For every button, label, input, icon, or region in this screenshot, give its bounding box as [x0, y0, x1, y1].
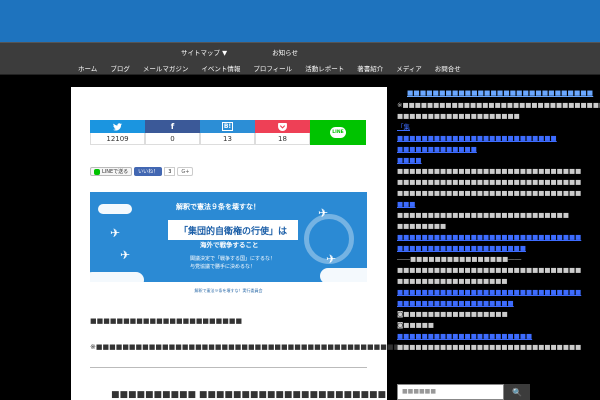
sidebar-link[interactable]: ■■■■ [397, 155, 530, 166]
sidebar: ■■■■■■■■■■■■■■■■■■■■■■■■■■■■■ ※■■■■■■■■■… [397, 88, 600, 353]
sidebar-link[interactable]: ■■■■■■■■■■■■■■■■■■■■■■■■■■■■■■ [397, 232, 581, 243]
sidebar-text: ■■■■■■■■ [397, 222, 447, 230]
sidebar-text: ◙■■■■■ [397, 321, 435, 329]
hatena-count: 13 [200, 133, 255, 145]
search-input[interactable]: ■■■■■■ [397, 384, 504, 400]
sidebar-text: ■■■■■■■■■■■■■■■■■■■■■■■■■■■■■■ [397, 178, 582, 186]
site-header [0, 0, 600, 42]
airplane-icon: ✈ [318, 206, 329, 220]
sidebar-text: ■■■■■■■■■■■■■■■■■■■■ [397, 112, 520, 120]
pocket-share-button[interactable]: 18 [255, 120, 310, 145]
nav-item[interactable]: お問合せ [435, 63, 461, 73]
gplus-button[interactable]: G+ [177, 167, 194, 176]
nav-item[interactable]: ブログ [110, 63, 130, 73]
nav-item[interactable]: プロフィール [253, 63, 292, 73]
fb-like-count: 3 [164, 167, 176, 176]
twitter-icon [113, 122, 122, 131]
sidebar-text: ※■■■■■■■■■■■■■■■■■■■■■■■■■■■■■■■■■■ [397, 101, 600, 109]
sidebar-link[interactable]: ■■■■■■■■■■■■■■■■■■■ [397, 298, 530, 309]
nav-item[interactable]: お知らせ [272, 47, 298, 57]
banner-title: 「集団的自衛権の行使」は [168, 220, 298, 240]
banner-line4: 閣議決定で「戦争する国」にするな！ 与党協議で勝手に決めるな！ [190, 256, 276, 270]
sidebar-link[interactable]: ■■■■■■■■■■■■■■■■■■■■■■ [397, 331, 532, 342]
search-icon: 🔍 [512, 387, 522, 397]
sidebar-text: ■■■■■■■■■■■■■■■■■■■■■■■■■■■■■■ [397, 343, 582, 351]
article-content: 12109 f 0 B! 13 18 LINE LINEで送る いいね！ 3 G… [71, 87, 407, 400]
search-form: ■■■■■■ 🔍 [397, 384, 530, 400]
nav-item[interactable]: 著書紹介 [357, 63, 383, 73]
nav-item[interactable]: メディア [396, 63, 422, 73]
article-headline: ■■■■■■■■■■ ■■■■■■■■■■■■■■■■■■■■■■ [111, 390, 386, 400]
nav-item[interactable]: イベント情報 [201, 63, 240, 73]
facebook-count: 0 [145, 133, 200, 145]
banner-footer: 解釈で憲法９条を壊すな！実行委員会 [90, 282, 367, 299]
banner-line1: 解釈で憲法９条を壊すな！ [176, 203, 260, 211]
twitter-count: 12109 [90, 133, 145, 145]
search-button[interactable]: 🔍 [504, 384, 530, 400]
sidebar-text: ■■■■■■■■■■■■■■■■■■■■■■■■■■■■■■ [397, 167, 582, 175]
nav-item[interactable]: メールマガジン [143, 63, 189, 73]
pocket-icon [278, 122, 287, 131]
line-send-button[interactable]: LINEで送る [90, 167, 133, 176]
sidebar-text: ■■■■■■■■■■■■■■■■■■■■■■■■■■■■ [397, 211, 569, 219]
sidebar-text: ■■■■■■■■■■■■■■■■■■ [397, 277, 508, 285]
hatena-icon: B! [221, 122, 234, 131]
facebook-share-button[interactable]: f 0 [145, 120, 200, 145]
sidebar-link[interactable]: 「集■■■■■■■■■■■■■■■■■■■■■■■■■■ [397, 122, 557, 144]
nav-item[interactable]: サイトマップ ▼ [181, 47, 227, 57]
divider [90, 367, 367, 368]
nav-item[interactable]: ホーム [78, 63, 97, 73]
line-share-button[interactable]: LINE [310, 120, 366, 145]
facebook-icon: f [170, 122, 175, 131]
line-icon: LINE [330, 127, 346, 138]
sidebar-title[interactable]: ■■■■■■■■■■■■■■■■■■■■■■■■■■■■■ [407, 88, 593, 99]
sidebar-link[interactable]: ■■■■■■■■■■■■■■■■■■■■■■■■■■■■■■ [397, 287, 581, 298]
sidebar-text: ――■■■■■■■■■■■■■■■■―― [397, 255, 522, 263]
pocket-count: 18 [255, 133, 310, 145]
airplane-icon: ✈ [110, 226, 121, 240]
mini-share-bar: LINEで送る いいね！ 3 G+ [90, 167, 194, 176]
airplane-icon: ✈ [326, 252, 337, 266]
hatena-share-button[interactable]: B! 13 [200, 120, 255, 145]
article-paragraph: ■■■■■■■■■■■■■■■■■■■■■■■ [90, 317, 243, 325]
twitter-share-button[interactable]: 12109 [90, 120, 145, 145]
article-note: ※■■■■■■■■■■■■■■■■■■■■■■■■■■■■■■■■■■■■■■■… [90, 343, 407, 351]
sidebar-link[interactable]: ■■■■■■■■■■■■■■■■■■■■■ [397, 243, 530, 254]
sidebar-link[interactable]: ■■■ [397, 199, 530, 210]
cloud-shape [98, 204, 132, 214]
nav-item[interactable]: 活動レポート [305, 63, 344, 73]
sidebar-text: ◙■■■■■■■■■■■■■■■■■ [397, 310, 508, 318]
line-small-icon [94, 168, 100, 175]
sidebar-link[interactable]: ■■■■■■■■■■■■■ [397, 144, 530, 155]
banner-line3: 海外で戦争すること [200, 241, 259, 249]
share-buttons: 12109 f 0 B! 13 18 LINE [90, 120, 366, 145]
airplane-icon: ✈ [120, 248, 131, 262]
global-nav: サイトマップ ▼ お知らせ ホーム ブログ メールマガジン イベント情報 プロフィール 活動… [0, 42, 600, 75]
campaign-banner[interactable]: ✈ ✈ ✈ ✈ 解釈で憲法９条を壊すな！ 「集団的自衛権の行使」は 海外で戦争す… [90, 192, 367, 299]
fb-like-button[interactable]: いいね！ [134, 167, 163, 176]
sidebar-text: ■■■■■■■■■■■■■■■■■■■■■■■■■■■■■■ [397, 266, 582, 274]
sidebar-text: ■■■■■■■■■■■■■■■■■■■■■■■■■■■■■■ [397, 189, 582, 197]
